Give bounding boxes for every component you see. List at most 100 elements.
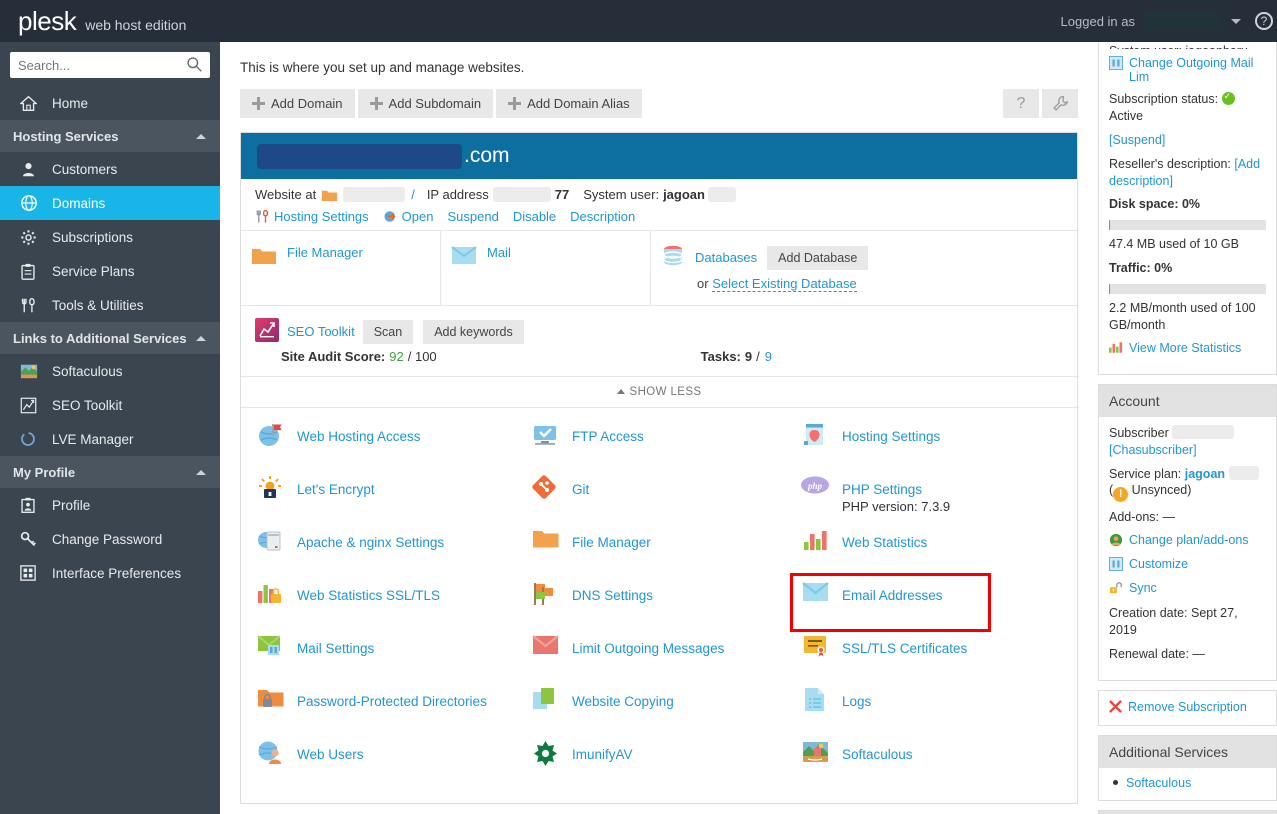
tool-label[interactable]: Logs — [842, 687, 871, 717]
add-domain-button[interactable]: Add Domain — [240, 89, 355, 118]
file-manager-cell[interactable]: File Manager — [241, 231, 441, 305]
tool-lets-encrypt[interactable]: Let's Encrypt — [255, 475, 530, 528]
sidebar-item-softaculous[interactable]: Softaculous — [0, 354, 220, 388]
databases-link[interactable]: Databases — [695, 250, 757, 265]
tool-hosting-settings[interactable]: Hosting Settings — [800, 422, 1063, 475]
suspend-link[interactable]: [Suspend] — [1109, 133, 1165, 147]
sidebar-group-links-additional-services[interactable]: Links to Additional Services — [0, 322, 220, 354]
tool-apache-nginx-settings[interactable]: Apache & nginx Settings — [255, 528, 530, 581]
sidebar-item-subscriptions[interactable]: Subscriptions — [0, 220, 220, 254]
tool-label[interactable]: Email Addresses — [842, 581, 943, 611]
sidebar-group-my-profile[interactable]: My Profile — [0, 456, 220, 488]
change-plan-row[interactable]: Change plan/add-ons — [1109, 533, 1266, 550]
tool-label[interactable]: FTP Access — [572, 422, 644, 452]
help-button[interactable]: ? — [1003, 89, 1039, 118]
tool-softaculous[interactable]: Softaculous — [800, 740, 1063, 793]
show-less-toggle[interactable]: SHOW LESS — [241, 377, 1077, 408]
tool-label[interactable]: Web Statistics SSL/TLS — [297, 581, 440, 611]
hosting-settings-link[interactable]: Hosting Settings — [274, 209, 369, 224]
sidebar-item-tools-utilities[interactable]: Tools & Utilities — [0, 288, 220, 322]
tool-imunifyav[interactable]: ImunifyAV — [530, 740, 800, 793]
add-keywords-button[interactable]: Add keywords — [423, 319, 524, 344]
tool-ftp-access[interactable]: FTP Access — [530, 422, 800, 475]
tool-label[interactable]: Git — [572, 475, 589, 505]
tool-label[interactable]: Password-Protected Directories — [297, 687, 487, 717]
tool-label[interactable]: Limit Outgoing Messages — [572, 634, 724, 664]
tool-label[interactable]: Hosting Settings — [842, 422, 940, 452]
customize-link[interactable]: Customize — [1129, 557, 1188, 571]
tool-web-hosting-access[interactable]: Web Hosting Access — [255, 422, 530, 475]
search-icon[interactable] — [186, 56, 203, 73]
tool-file-manager[interactable]: File Manager — [530, 528, 800, 581]
add-database-button[interactable]: Add Database — [767, 245, 869, 270]
tool-website-copying[interactable]: Website Copying — [530, 687, 800, 740]
tool-limit-outgoing-messages[interactable]: Limit Outgoing Messages — [530, 634, 800, 687]
select-existing-database-link[interactable]: Select Existing Database — [712, 276, 857, 292]
file-manager-link[interactable]: File Manager — [287, 245, 363, 260]
change-outgoing-mail-limit-link[interactable]: Change Outgoing Mail Lim — [1129, 56, 1266, 84]
tool-label[interactable]: Web Statistics — [842, 528, 927, 558]
sync-link[interactable]: Sync — [1129, 581, 1157, 595]
chevron-down-icon[interactable] — [1231, 18, 1241, 24]
mail-cell[interactable]: Mail — [441, 231, 651, 305]
tasks-total[interactable]: 9 — [765, 349, 772, 364]
change-plan-link[interactable]: Change plan/add-ons — [1129, 533, 1249, 547]
tool-web-users[interactable]: Web Users — [255, 740, 530, 793]
tool-ssl-tls-certificates[interactable]: SSL/TLS Certificates — [800, 634, 1063, 687]
sidebar-item-home[interactable]: Home — [0, 86, 220, 120]
tool-label[interactable]: SSL/TLS Certificates — [842, 634, 967, 664]
tool-logs[interactable]: Logs — [800, 687, 1063, 740]
description-link[interactable]: Description — [570, 209, 635, 224]
tool-mail-settings[interactable]: Mail Settings — [255, 634, 530, 687]
tool-web-statistics[interactable]: Web Statistics — [800, 528, 1063, 581]
question-circle-icon[interactable]: ? — [1255, 12, 1273, 30]
sidebar-group-hosting-services[interactable]: Hosting Services — [0, 120, 220, 152]
sync-row[interactable]: Sync — [1109, 581, 1266, 598]
sidebar-item-seo-toolkit[interactable]: SEO Toolkit — [0, 388, 220, 422]
website-path-slash[interactable]: / — [411, 187, 415, 202]
tool-label[interactable]: File Manager — [572, 528, 651, 558]
plesk-logo[interactable]: plesk web host edition — [18, 6, 186, 37]
tool-label[interactable]: ImunifyAV — [572, 740, 633, 770]
tool-php-settings[interactable]: php PHP Settings PHP version: 7.3.9 — [800, 475, 1063, 528]
tool-dns-settings[interactable]: DNS Settings — [530, 581, 800, 634]
open-link[interactable]: Open — [402, 209, 434, 224]
list-item[interactable]: Softaculous — [1109, 776, 1266, 790]
sidebar-item-lve-manager[interactable]: LVE Manager — [0, 422, 220, 456]
tool-label[interactable]: Web Users — [297, 740, 364, 770]
add-domain-alias-button[interactable]: Add Domain Alias — [496, 89, 642, 118]
change-subscriber-link[interactable]: [Chasubscriber] — [1109, 443, 1197, 457]
remove-subscription-section[interactable]: Remove Subscription — [1098, 689, 1277, 726]
tool-label[interactable]: Mail Settings — [297, 634, 374, 664]
view-more-statistics-link[interactable]: View More Statistics — [1129, 341, 1241, 355]
sidebar-item-domains[interactable]: Domains — [0, 186, 220, 220]
tool-label[interactable]: Let's Encrypt — [297, 475, 375, 505]
tool-label[interactable]: DNS Settings — [572, 581, 653, 611]
scan-button[interactable]: Scan — [362, 319, 414, 344]
seo-toolkit-link[interactable]: SEO Toolkit — [287, 324, 355, 339]
sidebar-item-customers[interactable]: Customers — [0, 152, 220, 186]
search-input[interactable] — [10, 57, 210, 73]
settings-button[interactable] — [1042, 89, 1078, 118]
service-plan-value[interactable]: jagoan — [1185, 467, 1225, 481]
sidebar-item-change-password[interactable]: Change Password — [0, 522, 220, 556]
tool-label[interactable]: Apache & nginx Settings — [297, 528, 444, 558]
sidebar-item-interface-preferences[interactable]: Interface Preferences — [0, 556, 220, 590]
suspend-link[interactable]: Suspend — [447, 209, 498, 224]
tool-email-addresses[interactable]: Email Addresses — [790, 573, 1063, 634]
remove-subscription-row[interactable]: Remove Subscription — [1109, 700, 1266, 716]
disable-link[interactable]: Disable — [513, 209, 556, 224]
tool-label[interactable]: Web Hosting Access — [297, 422, 421, 452]
remove-subscription-link[interactable]: Remove Subscription — [1128, 700, 1247, 714]
change-outgoing-mail-limit-row[interactable]: Change Outgoing Mail Lim — [1109, 56, 1266, 84]
tool-label[interactable]: Softaculous — [842, 740, 913, 770]
tool-label[interactable]: Website Copying — [572, 687, 674, 717]
customize-row[interactable]: Customize — [1109, 557, 1266, 574]
tool-password-protected-directories[interactable]: Password-Protected Directories — [255, 687, 530, 740]
view-more-statistics-row[interactable]: View More Statistics — [1109, 341, 1266, 357]
sidebar-item-service-plans[interactable]: Service Plans — [0, 254, 220, 288]
sidebar-item-profile[interactable]: Profile — [0, 488, 220, 522]
softaculous-link[interactable]: Softaculous — [1126, 776, 1191, 790]
mail-link[interactable]: Mail — [487, 245, 511, 260]
add-subdomain-button[interactable]: Add Subdomain — [357, 89, 494, 118]
